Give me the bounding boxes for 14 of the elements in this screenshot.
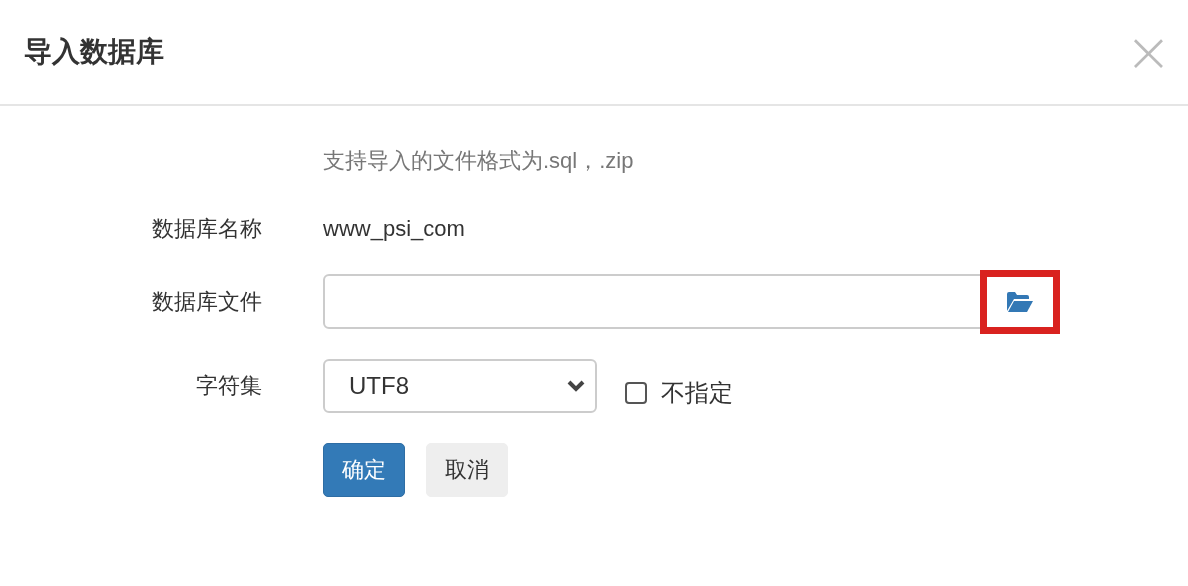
checkbox[interactable] bbox=[625, 382, 647, 404]
chevron-down-icon bbox=[567, 380, 585, 392]
charset-select[interactable]: UTF8 bbox=[323, 359, 597, 413]
browse-button[interactable] bbox=[980, 269, 1060, 334]
dialog-title: 导入数据库 bbox=[24, 35, 164, 69]
field-label: 数据库名称 bbox=[151, 215, 262, 243]
field-label: 数据库文件 bbox=[151, 287, 262, 316]
format-hint: 支持导入的文件格式为.sql，.zip bbox=[323, 147, 635, 175]
cancel-button[interactable]: 取消 bbox=[426, 443, 508, 497]
folder-icon bbox=[1007, 291, 1033, 312]
field-label: 字符集 bbox=[195, 372, 262, 400]
confirm-button[interactable]: 确定 bbox=[323, 443, 405, 497]
database-name: www_psi_com bbox=[323, 216, 466, 242]
checkbox-label: 不指定 bbox=[661, 378, 733, 408]
